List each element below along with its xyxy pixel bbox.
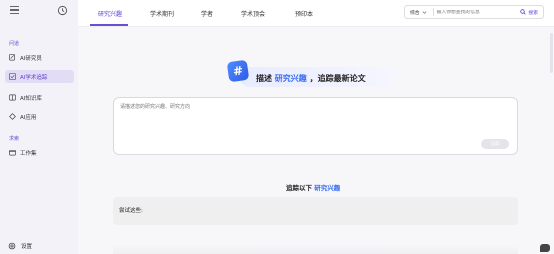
tab-conferences[interactable]: 学术顶会 (241, 9, 265, 18)
apps-icon (9, 113, 16, 120)
tab-journals[interactable]: 学术期刊 (150, 9, 174, 18)
try-label: 尝试这些: (119, 208, 143, 214)
sidebar-top (10, 5, 68, 20)
book-icon (9, 94, 16, 101)
edit-icon (9, 54, 16, 61)
tab-preprints[interactable]: 预印本 (295, 9, 313, 18)
menu-icon[interactable] (10, 6, 19, 15)
search-button-label: 搜索 (528, 10, 538, 16)
sidebar: 问道 AI研究员 AI学术追踪 AI知识库 AI应用 求索 工作集 设置 (0, 0, 78, 254)
gear-icon (8, 242, 16, 250)
sidebar-item-label: AI学术追踪 (20, 74, 48, 81)
sidebar-item-label: AI知识库 (20, 95, 42, 102)
search-input[interactable] (436, 9, 509, 15)
settings-label: 设置 (21, 244, 33, 250)
track-button[interactable]: 追踪 (481, 139, 509, 149)
banner-text-after: ，追踪最新论文 (309, 74, 366, 83)
sidebar-item-ai-tracking[interactable]: AI学术追踪 (5, 70, 74, 83)
sidebar-item-workset[interactable]: 工作集 (5, 146, 74, 159)
chevron-down-icon (422, 10, 427, 14)
sidebar-item-ai-apps[interactable]: AI应用 (5, 110, 74, 123)
active-tab-indicator (90, 24, 128, 26)
sidebar-item-label: AI应用 (20, 114, 37, 121)
search-category-select[interactable]: 综合 (405, 9, 430, 16)
tab-scholars[interactable]: 学者 (201, 9, 213, 18)
search-icon (520, 9, 527, 15)
content-placeholder (113, 245, 518, 254)
suggestions-box: 尝试这些: (113, 197, 518, 225)
search-bar: 综合 搜索 (404, 5, 544, 19)
section-title-wendao: 问道 (9, 41, 20, 47)
sidebar-item-label: 工作集 (20, 150, 37, 157)
interest-input-box: 追踪 (113, 97, 518, 155)
interest-input[interactable] (120, 103, 420, 113)
tracking-icon (9, 73, 16, 80)
search-button[interactable]: 搜索 (520, 9, 543, 16)
sidebar-item-ai-researcher[interactable]: AI研究员 (5, 51, 74, 64)
banner-title: 描述 研究兴趣 ，追踪最新论文 (256, 73, 366, 84)
chat-icon[interactable] (540, 244, 550, 252)
follow-highlight: 研究兴趣 (314, 184, 341, 192)
section-title-qiusuo: 求索 (9, 136, 20, 142)
search-divider (432, 8, 434, 16)
hero-banner: # 描述 研究兴趣 ，追踪最新论文 (226, 59, 398, 89)
scrollbar[interactable] (550, 33, 553, 73)
banner-highlight: 研究兴趣 (274, 74, 307, 83)
sidebar-item-label: AI研究员 (20, 55, 42, 62)
history-icon[interactable] (57, 5, 68, 16)
sidebar-item-ai-knowledge[interactable]: AI知识库 (5, 91, 74, 104)
top-nav: 研究兴趣 学术期刊 学者 学术顶会 预印本 综合 搜索 (78, 0, 554, 27)
tab-research-interest[interactable]: 研究兴趣 (98, 9, 122, 18)
main-content: # 描述 研究兴趣 ，追踪最新论文 追踪 追踪以下 研究兴趣 尝试这些: (78, 27, 554, 254)
banner-text-before: 描述 (256, 74, 272, 83)
folder-icon (9, 149, 16, 156)
settings-button[interactable]: 设置 (8, 242, 32, 250)
hashtag-icon: # (226, 59, 250, 83)
search-category-label: 综合 (410, 10, 420, 16)
follow-prefix: 追踪以下 (286, 184, 312, 192)
follow-section-title: 追踪以下 研究兴趣 (286, 182, 340, 192)
